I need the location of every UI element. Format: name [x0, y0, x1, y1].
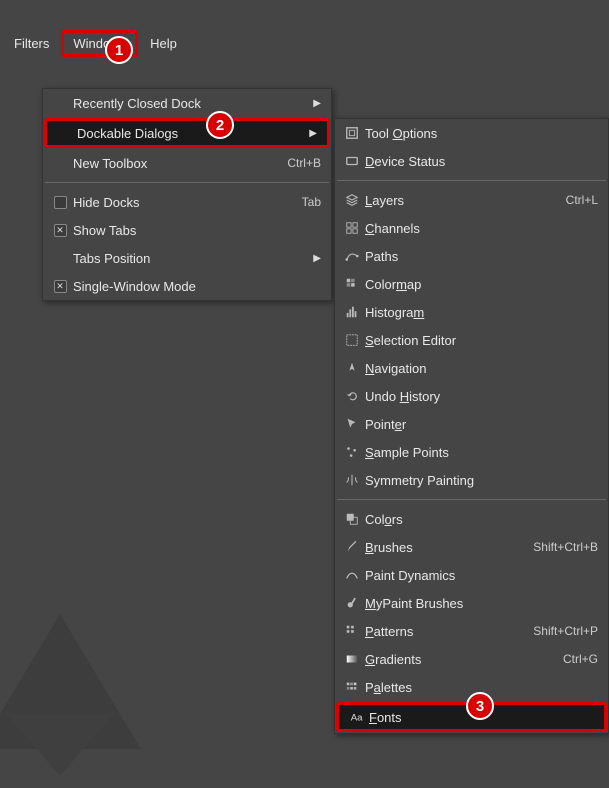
undo-history-icon [341, 389, 363, 403]
label: Tool Options [363, 126, 598, 141]
menu-colors[interactable]: Colors [335, 505, 608, 533]
menu-brushes[interactable]: Brushes Shift+Ctrl+B [335, 533, 608, 561]
chevron-right-icon: ▶ [311, 253, 321, 264]
menu-mypaint-brushes[interactable]: MyPaint Brushes [335, 589, 608, 617]
menu-layers[interactable]: Layers Ctrl+L [335, 186, 608, 214]
menu-paint-dynamics[interactable]: Paint Dynamics [335, 561, 608, 589]
dockable-dialogs-submenu: Tool Options Device Status Layers Ctrl+L… [334, 118, 609, 734]
device-status-icon [341, 154, 363, 168]
label: Layers [363, 193, 566, 208]
label: Histogram [363, 305, 598, 320]
menu-recently-closed-docks[interactable]: Recently Closed Dock ▶ [43, 89, 331, 117]
navigation-icon [341, 361, 363, 375]
sample-points-icon [341, 445, 363, 459]
label: Undo History [363, 389, 598, 404]
label: Colors [363, 512, 598, 527]
patterns-icon [341, 624, 363, 638]
label: Sample Points [363, 445, 598, 460]
label: Recently Closed Dock [71, 96, 311, 111]
channels-icon [341, 221, 363, 235]
menubar: Filters Windows Help [0, 28, 609, 58]
menu-symmetry-painting[interactable]: Symmetry Painting [335, 466, 608, 494]
colors-icon [341, 512, 363, 526]
paths-icon [341, 249, 363, 263]
menu-pointer[interactable]: Pointer [335, 410, 608, 438]
label: Channels [363, 221, 598, 236]
menu-sample-points[interactable]: Sample Points [335, 438, 608, 466]
background-decoration [0, 605, 150, 785]
menu-help[interactable]: Help [138, 30, 189, 57]
menu-hide-docks[interactable]: Hide Docks Tab [43, 188, 331, 216]
label: New Toolbox [71, 156, 287, 171]
label: Brushes [363, 540, 533, 555]
svg-text:Aa: Aa [351, 713, 363, 724]
paint-dynamics-icon [341, 568, 363, 582]
menu-dockable-dialogs[interactable]: Dockable Dialogs ▶ [47, 121, 327, 145]
label: Symmetry Painting [363, 473, 598, 488]
symmetry-icon [341, 473, 363, 487]
annotation-badge-3: 3 [466, 692, 494, 720]
menu-navigation[interactable]: Navigation [335, 354, 608, 382]
checkbox-icon [54, 196, 67, 209]
menu-show-tabs[interactable]: Show Tabs [43, 216, 331, 244]
selection-editor-icon [341, 333, 363, 347]
shortcut: Shift+Ctrl+B [533, 540, 598, 554]
label: Pointer [363, 417, 598, 432]
menu-single-window-mode[interactable]: Single-Window Mode [43, 272, 331, 300]
separator [337, 180, 606, 181]
menu-histogram[interactable]: Histogram [335, 298, 608, 326]
label: Navigation [363, 361, 598, 376]
menu-paths[interactable]: Paths [335, 242, 608, 270]
windows-dropdown: Recently Closed Dock ▶ Dockable Dialogs … [42, 88, 332, 301]
label: Hide Docks [71, 195, 302, 210]
label: Gradients [363, 652, 563, 667]
label: Colormap [363, 277, 598, 292]
menu-new-toolbox[interactable]: New Toolbox Ctrl+B [43, 149, 331, 177]
label: Paint Dynamics [363, 568, 598, 583]
tool-options-icon [341, 126, 363, 140]
label: Single-Window Mode [71, 279, 321, 294]
separator [337, 499, 606, 500]
histogram-icon [341, 305, 363, 319]
label: Dockable Dialogs [75, 126, 307, 141]
label: Patterns [363, 624, 533, 639]
checkbox-checked-icon [54, 224, 67, 237]
colormap-icon [341, 277, 363, 291]
shortcut: Ctrl+B [287, 156, 321, 170]
separator [45, 182, 329, 183]
label: MyPaint Brushes [363, 596, 598, 611]
menu-selection-editor[interactable]: Selection Editor [335, 326, 608, 354]
annotation-badge-1: 1 [105, 36, 133, 64]
shortcut: Tab [302, 195, 321, 209]
layers-icon [341, 193, 363, 207]
menu-channels[interactable]: Channels [335, 214, 608, 242]
shortcut: Shift+Ctrl+P [533, 624, 598, 638]
menu-tool-options[interactable]: Tool Options [335, 119, 608, 147]
label: Tabs Position [71, 251, 311, 266]
annotation-badge-2: 2 [206, 111, 234, 139]
label: Selection Editor [363, 333, 598, 348]
checkbox-checked-icon [54, 280, 67, 293]
menu-patterns[interactable]: Patterns Shift+Ctrl+P [335, 617, 608, 645]
label: Paths [363, 249, 598, 264]
pointer-icon [341, 417, 363, 431]
label: Device Status [363, 154, 598, 169]
shortcut: Ctrl+L [566, 193, 598, 207]
label: Show Tabs [71, 223, 321, 238]
menu-device-status[interactable]: Device Status [335, 147, 608, 175]
palettes-icon [341, 680, 363, 694]
chevron-right-icon: ▶ [311, 98, 321, 109]
mypaint-brushes-icon [341, 596, 363, 610]
brushes-icon [341, 540, 363, 554]
menu-tabs-position[interactable]: Tabs Position ▶ [43, 244, 331, 272]
chevron-right-icon: ▶ [307, 128, 317, 139]
menu-gradients[interactable]: Gradients Ctrl+G [335, 645, 608, 673]
menu-undo-history[interactable]: Undo History [335, 382, 608, 410]
gradients-icon [341, 652, 363, 666]
shortcut: Ctrl+G [563, 652, 598, 666]
menu-colormap[interactable]: Colormap [335, 270, 608, 298]
fonts-icon: Aa [345, 710, 367, 724]
menu-filters[interactable]: Filters [2, 30, 61, 57]
